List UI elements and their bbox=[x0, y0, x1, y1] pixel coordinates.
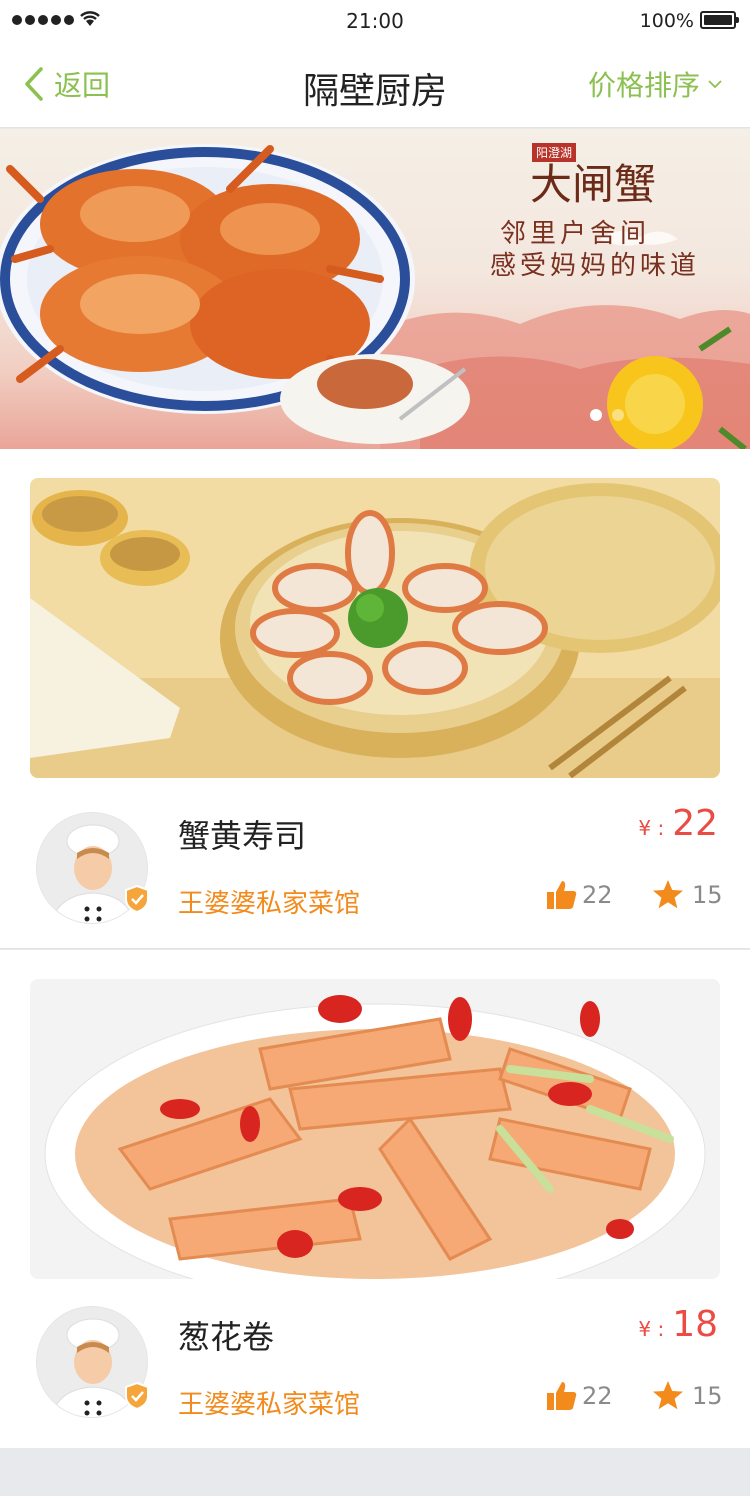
favorite-button[interactable]: 15 bbox=[652, 879, 723, 911]
chevron-down-icon bbox=[708, 80, 722, 89]
currency-label: ¥ : bbox=[638, 816, 665, 840]
price-value: 22 bbox=[672, 803, 718, 844]
thumbs-up-icon bbox=[547, 1382, 577, 1410]
verified-shield-icon bbox=[125, 1382, 149, 1410]
currency-label: ¥ : bbox=[638, 1317, 665, 1341]
like-button[interactable]: 22 bbox=[546, 879, 613, 911]
dish-image bbox=[30, 478, 720, 778]
shop-name[interactable]: 王婆婆私家菜馆 bbox=[178, 1384, 360, 1421]
dish-name: 蟹黄寿司 bbox=[178, 817, 307, 855]
dish-card[interactable]: 蟹黄寿司 ¥ : 22 王婆婆私家菜馆 22 15 bbox=[0, 449, 750, 949]
thumbs-up-icon bbox=[547, 881, 577, 909]
banner-pagination[interactable] bbox=[590, 409, 624, 421]
status-bar: 21:00 100% bbox=[0, 0, 750, 40]
back-button[interactable]: 返回 bbox=[24, 64, 110, 104]
like-count: 22 bbox=[582, 1382, 613, 1410]
shop-name[interactable]: 王婆婆私家菜馆 bbox=[178, 883, 360, 920]
favorite-count: 15 bbox=[692, 881, 723, 909]
status-time: 21:00 bbox=[346, 9, 404, 33]
pagination-dot[interactable] bbox=[590, 409, 602, 421]
verified-shield-icon bbox=[125, 885, 149, 913]
star-icon bbox=[653, 1381, 683, 1410]
nav-bar: 返回 隔壁厨房 价格排序 bbox=[0, 40, 750, 128]
chevron-left-icon bbox=[25, 67, 43, 101]
star-icon bbox=[653, 880, 683, 909]
price-value: 18 bbox=[672, 1304, 718, 1345]
dish-price: ¥ : 18 bbox=[638, 1304, 718, 1345]
favorite-count: 15 bbox=[692, 1382, 723, 1410]
dish-image bbox=[30, 979, 720, 1279]
battery-percent: 100% bbox=[639, 10, 694, 32]
price-sort-dropdown[interactable]: 价格排序 bbox=[588, 64, 722, 104]
like-count: 22 bbox=[582, 881, 613, 909]
banner-slogan-line2: 感受妈妈的味道 bbox=[490, 251, 701, 281]
banner-brand-name: 大闸蟹 bbox=[530, 160, 657, 209]
sort-label: 价格排序 bbox=[587, 69, 700, 102]
like-button[interactable]: 22 bbox=[546, 1380, 613, 1412]
screen: 21:00 100% 返回 隔壁厨房 价格排序 阳澄湖 大闸蟹 邻里户舍间 感受… bbox=[0, 0, 750, 1496]
dish-card[interactable]: 葱花卷 ¥ : 18 王婆婆私家菜馆 22 15 bbox=[0, 950, 750, 1448]
dish-name: 葱花卷 bbox=[178, 1318, 275, 1356]
promo-banner[interactable]: 阳澄湖 大闸蟹 邻里户舍间 感受妈妈的味道 bbox=[0, 129, 750, 449]
back-label: 返回 bbox=[54, 69, 111, 102]
dish-price: ¥ : 22 bbox=[638, 803, 718, 844]
battery-icon bbox=[700, 11, 739, 29]
favorite-button[interactable]: 15 bbox=[652, 1380, 723, 1412]
pagination-dot[interactable] bbox=[612, 409, 624, 421]
